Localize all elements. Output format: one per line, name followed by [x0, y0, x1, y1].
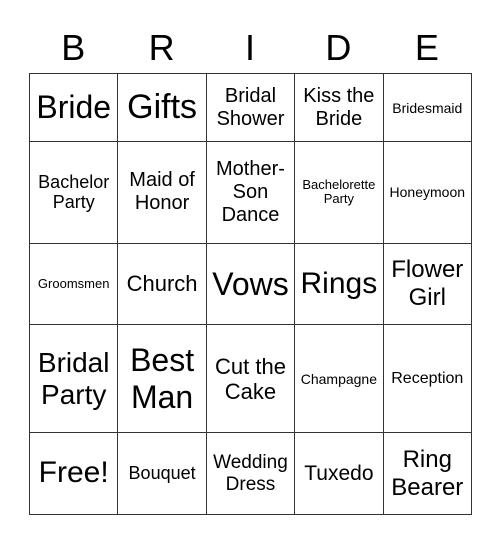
bingo-cell[interactable]: Bachelorette Party	[294, 141, 384, 244]
bingo-cell[interactable]: Vows	[205, 242, 296, 326]
header-letter: D	[325, 27, 352, 68]
bingo-cell[interactable]: Champagne	[294, 324, 384, 434]
grid-row: Free! Bouquet Wedding Dress Tuxedo Ring …	[28, 432, 473, 515]
header-letter: E	[414, 27, 439, 68]
bingo-cell[interactable]: Kiss the Bride	[294, 72, 384, 143]
grid-row: Bridal Party Best Man Cut the Cake Champ…	[28, 324, 473, 434]
bingo-cell[interactable]: Bride	[28, 72, 119, 143]
bingo-cell[interactable]: Church	[117, 242, 207, 326]
bingo-cell[interactable]: Bouquet	[117, 432, 207, 515]
bingo-cell[interactable]: Wedding Dress	[205, 432, 296, 515]
bingo-cell[interactable]: Tuxedo	[294, 432, 384, 515]
bingo-cell[interactable]: Cut the Cake	[205, 324, 296, 434]
bingo-cell[interactable]: Bridal Party	[28, 324, 119, 434]
bingo-cell[interactable]: Bridal Shower	[205, 72, 296, 143]
bingo-cell[interactable]: Honeymoon	[382, 141, 473, 244]
bingo-cell[interactable]: Ring Bearer	[382, 432, 473, 515]
bingo-cell[interactable]: Gifts	[117, 72, 207, 143]
header-letter: I	[245, 27, 256, 68]
bingo-cell[interactable]: Flower Girl	[382, 242, 473, 326]
bingo-cell[interactable]: Bachelor Party	[28, 141, 119, 244]
header-letter: R	[148, 27, 175, 68]
grid-row: Bride Gifts Bridal Shower Kiss the Bride…	[28, 72, 473, 143]
bingo-cell[interactable]: Groomsmen	[28, 242, 119, 326]
bingo-cell[interactable]: Reception	[382, 324, 473, 434]
bingo-cell[interactable]: Maid of Honor	[117, 141, 207, 244]
grid-row: Groomsmen Church Vows Rings Flower Girl	[28, 242, 473, 326]
bingo-grid: Bride Gifts Bridal Shower Kiss the Bride…	[28, 72, 473, 515]
bingo-cell[interactable]: Rings	[294, 242, 384, 326]
header-letter: B	[61, 27, 86, 68]
bingo-header: B R I D E	[29, 24, 471, 72]
bingo-cell[interactable]: Mother-Son Dance	[205, 141, 296, 244]
bingo-cell[interactable]: Bridesmaid	[382, 72, 473, 143]
free-cell[interactable]: Free!	[28, 432, 119, 515]
bingo-cell[interactable]: Best Man	[117, 324, 207, 434]
grid-row: Bachelor Party Maid of Honor Mother-Son …	[28, 141, 473, 244]
